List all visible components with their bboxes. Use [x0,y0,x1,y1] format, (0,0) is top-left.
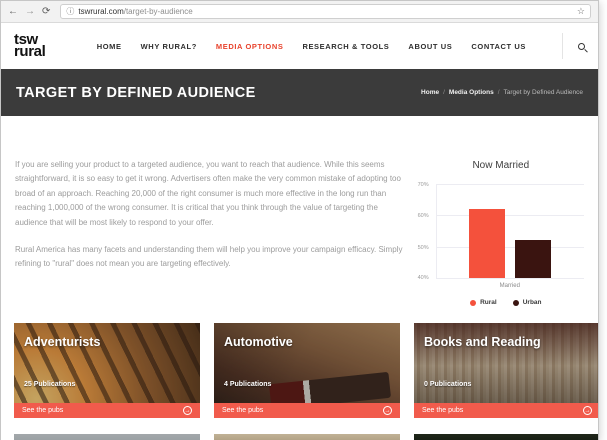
arrow-glyph: → [385,408,391,414]
bookmark-star-icon[interactable]: ☆ [577,7,585,16]
breadcrumb-current: Target by Defined Audience [504,89,584,96]
nav-item-home[interactable]: HOME [97,42,122,51]
intro-copy: If you are selling your product to a tar… [15,158,403,306]
y-tick-50: 50% [418,245,429,251]
screenshot-stage: ← → ⟳ ⓘ tswrural.com/target-by-audience … [0,0,607,440]
page-title-band: TARGET BY DEFINED AUDIENCE Home / Media … [1,69,598,116]
search-icon [578,43,585,50]
back-icon[interactable]: ← [8,7,18,17]
search-button[interactable] [562,33,585,59]
card-title: Automotive [224,335,293,349]
legend-urban: Urban [513,299,542,306]
y-tick-60: 60% [418,213,429,219]
legend-label-urban: Urban [523,299,542,306]
nav-item-why-rural[interactable]: WHY RURAL? [141,42,197,51]
y-tick-40: 40% [418,275,429,281]
main-content: If you are selling your product to a tar… [1,116,598,440]
breadcrumb-media-options[interactable]: Media Options [449,89,494,96]
next-cards-row-partial [14,434,599,440]
intro-paragraph-2: Rural America has many facets and unders… [15,243,403,272]
card-automotive[interactable]: Automotive 4 Publications See the pubs → [214,323,400,418]
breadcrumb-separator: / [443,89,445,96]
chart-title: Now Married [418,160,584,171]
breadcrumb-separator: / [498,89,500,96]
main-nav: HOME WHY RURAL? MEDIA OPTIONS RESEARCH &… [97,33,585,59]
arrow-right-circle-icon: → [383,406,392,415]
see-the-pubs-link[interactable]: See the pubs → [414,403,599,418]
card-publication-count: 0 Publications [424,381,471,388]
card-title: Adventurists [24,335,100,349]
bar-rural [469,209,505,278]
card-partial-1[interactable] [14,434,200,440]
page-info-icon[interactable]: ⓘ [66,8,74,16]
nav-item-research-tools[interactable]: RESEARCH & TOOLS [302,42,389,51]
card-adventurists[interactable]: Adventurists 25 Publications See the pub… [14,323,200,418]
bar-urban [515,240,551,278]
breadcrumb-home[interactable]: Home [421,89,439,96]
site-logo[interactable]: tsw rural [14,34,45,58]
intro-paragraph-1: If you are selling your product to a tar… [15,158,403,230]
nav-item-media-options[interactable]: MEDIA OPTIONS [216,42,284,51]
x-axis-label: Married [436,283,584,289]
cta-label: See the pubs [222,407,263,414]
see-the-pubs-link[interactable]: See the pubs → [14,403,200,418]
site-header: tsw rural HOME WHY RURAL? MEDIA OPTIONS … [1,23,598,69]
legend-rural: Rural [470,299,497,306]
card-title: Books and Reading [424,335,541,349]
page-title: TARGET BY DEFINED AUDIENCE [16,85,256,101]
arrow-glyph: → [585,408,591,414]
cta-label: See the pubs [22,407,63,414]
card-partial-2[interactable] [214,434,400,440]
y-tick-70: 70% [418,182,429,188]
refresh-icon[interactable]: ⟳ [42,7,50,17]
audience-cards-row: Adventurists 25 Publications See the pub… [14,323,599,418]
url-path: /target-by-audience [124,7,193,16]
forward-icon[interactable]: → [25,7,35,17]
arrow-right-circle-icon: → [583,406,592,415]
url-host: tswrural.com [78,7,123,16]
legend-dot-rural [470,300,476,306]
chart-legend: Rural Urban [428,299,584,306]
bar-group [437,184,584,278]
card-books-and-reading[interactable]: Books and Reading 0 Publications See the… [414,323,599,418]
arrow-right-circle-icon: → [183,406,192,415]
logo-line-2: rural [14,46,45,58]
now-married-chart: Now Married 70% 60% 50% 40% Married Rura… [418,160,584,306]
browser-toolbar: ← → ⟳ ⓘ tswrural.com/target-by-audience … [1,1,598,23]
legend-label-rural: Rural [480,299,497,306]
browser-window: ← → ⟳ ⓘ tswrural.com/target-by-audience … [0,0,599,440]
cta-label: See the pubs [422,407,463,414]
card-publication-count: 25 Publications [24,381,75,388]
nav-item-about-us[interactable]: ABOUT US [408,42,452,51]
legend-dot-urban [513,300,519,306]
address-bar[interactable]: ⓘ tswrural.com/target-by-audience ☆ [60,4,591,19]
card-publication-count: 4 Publications [224,381,271,388]
chart-plot-area: 70% 60% 50% 40% [436,184,584,279]
url-text: tswrural.com/target-by-audience [78,7,192,16]
see-the-pubs-link[interactable]: See the pubs → [214,403,400,418]
arrow-glyph: → [185,408,191,414]
nav-item-contact-us[interactable]: CONTACT US [471,42,526,51]
breadcrumb: Home / Media Options / Target by Defined… [421,89,583,96]
intro-section: If you are selling your product to a tar… [1,116,598,306]
card-partial-3[interactable] [414,434,599,440]
